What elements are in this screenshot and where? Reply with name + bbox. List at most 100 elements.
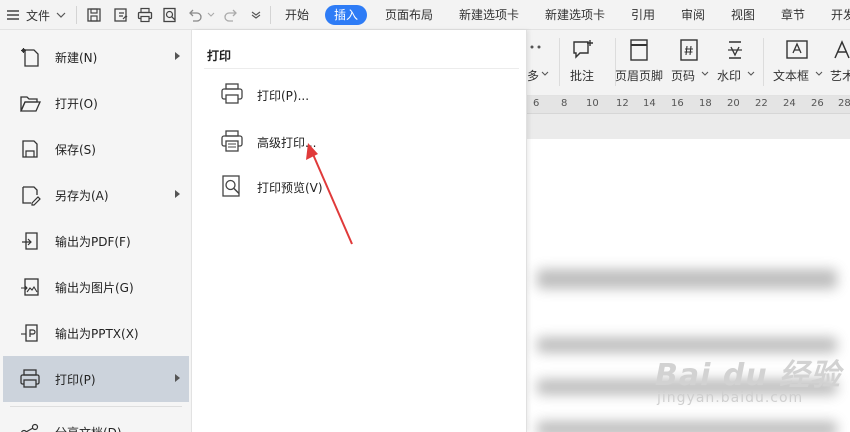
submenu-item-advanced-print[interactable]: 高级打印... [212, 121, 512, 161]
chevron-down-icon [747, 71, 755, 76]
export-pdf-icon [22, 232, 38, 250]
menu-item-save[interactable]: 保存(S) [3, 126, 189, 172]
submenu-item-print-preview[interactable]: 打印预览(V) [212, 166, 512, 206]
menu-item-label: 保存(S) [55, 143, 96, 157]
watermark-label: 水印 [717, 69, 742, 83]
wordart-label: 艺术 [830, 69, 850, 83]
tab-insert[interactable]: 插入 [325, 5, 368, 25]
submenu-arrow-icon [175, 374, 180, 382]
menu-item-label: 打开(O) [55, 97, 98, 111]
ruler-tick: 26 [811, 98, 824, 109]
ruler-tick: 28 [838, 98, 850, 109]
ruler-tick: 24 [783, 98, 796, 109]
save-icon [22, 140, 38, 158]
ruler-tick: 20 [727, 98, 740, 109]
print-icon[interactable] [137, 7, 153, 23]
printer-icon [20, 369, 40, 388]
new-doc-icon [21, 48, 39, 67]
menu-item-export-pdf[interactable]: 输出为PDF(F) [3, 218, 189, 264]
header-footer-button[interactable]: 页眉页脚 [613, 30, 665, 96]
ruler-tick: 14 [643, 98, 656, 109]
ruler-tick: 16 [671, 98, 684, 109]
menu-item-label: 分享文档(D) [55, 424, 122, 432]
ruler-tick: 10 [586, 98, 599, 109]
submenu-item-print[interactable]: 打印(P)... [212, 74, 512, 114]
comment-icon [573, 40, 593, 59]
tab-references[interactable]: 引用 [631, 5, 655, 25]
header-footer-label: 页眉页脚 [614, 69, 663, 83]
watermark-icon [728, 41, 742, 59]
ruler-tick: 12 [616, 98, 629, 109]
menu-item-label: 输出为PDF(F) [55, 235, 131, 249]
menu-item-label: 打印(P) [55, 373, 96, 387]
tab-home[interactable]: 开始 [285, 5, 309, 25]
dots-icon [530, 45, 541, 49]
print-preview-icon[interactable] [162, 7, 178, 23]
undo-dropdown-icon[interactable] [207, 12, 215, 18]
watermark-button[interactable]: 水印 [715, 30, 755, 96]
wordart-button[interactable]: 艺术 [827, 30, 850, 96]
tab-page-layout[interactable]: 页面布局 [385, 5, 433, 25]
chevron-down-icon [56, 12, 66, 18]
menu-item-open[interactable]: 打开(O) [3, 80, 189, 126]
submenu-title: 打印 [207, 49, 232, 63]
submenu-item-label: 打印(P)... [257, 89, 310, 103]
menu-item-export-pptx[interactable]: 输出为PPTX(X) [3, 310, 189, 356]
textbox-button[interactable]: 文本框 [771, 30, 823, 96]
header-footer-icon [630, 39, 648, 61]
menu-item-export-image[interactable]: 输出为图片(G) [3, 264, 189, 310]
tab-new-1[interactable]: 新建选项卡 [459, 5, 519, 25]
submenu-divider [204, 68, 519, 69]
menu-item-label: 输出为图片(G) [55, 281, 134, 295]
save-as-icon [22, 186, 41, 206]
submenu-item-label: 打印预览(V) [257, 181, 323, 195]
menu-item-new[interactable]: 新建(N) [3, 34, 189, 80]
page-number-button[interactable]: 页码 [669, 30, 709, 96]
file-menu-button[interactable]: 文件 [6, 0, 66, 30]
textbox-label: 文本框 [773, 69, 810, 83]
menu-item-save-as[interactable]: 另存为(A) [3, 172, 189, 218]
textbox-icon [786, 40, 808, 59]
tab-view[interactable]: 视图 [731, 5, 755, 25]
export-image-icon [21, 278, 39, 296]
printer-icon [221, 83, 243, 104]
page-number-icon [680, 39, 698, 61]
print-submenu: 打印 打印(P)... 高级打印... 打印预览(V) [192, 30, 527, 432]
menu-item-label: 新建(N) [55, 51, 98, 65]
file-menu-label: 文件 [26, 8, 51, 23]
watermark-url: jingyan.baidu.com [657, 390, 804, 406]
ribbon-partial-button[interactable]: 多 [527, 30, 549, 96]
blurred-heading [537, 269, 837, 289]
menu-item-share[interactable]: 分享文档(D) [3, 412, 189, 432]
tab-review[interactable]: 审阅 [681, 5, 705, 25]
ruler-tick: 18 [699, 98, 712, 109]
ribbon-divider [559, 38, 560, 86]
undo-icon[interactable] [187, 7, 203, 23]
comment-button[interactable]: 批注 [563, 30, 601, 96]
ribbon-partial-label: 多 [527, 69, 540, 83]
page-number-label: 页码 [671, 69, 696, 83]
ribbon-insert: 多 批注 页眉页脚 页码 水印 文本框 艺术 [527, 30, 850, 96]
comment-label: 批注 [569, 69, 594, 83]
save-icon[interactable] [86, 7, 102, 23]
print-preview-icon [222, 175, 240, 197]
tab-section[interactable]: 章节 [781, 5, 805, 25]
more-dropdown-icon[interactable] [251, 11, 261, 19]
tab-developer[interactable]: 开发 [831, 5, 850, 25]
menu-divider [10, 406, 182, 407]
tab-new-2[interactable]: 新建选项卡 [545, 5, 605, 25]
folder-open-icon [19, 96, 41, 112]
horizontal-ruler: 6 8 10 12 14 16 18 20 22 24 26 28 [527, 96, 850, 114]
watermark-logo-text: Bai du 经验 [655, 358, 842, 393]
export-icon[interactable] [113, 7, 129, 23]
submenu-arrow-icon [175, 190, 180, 198]
baidu-watermark: Bai du 经验 jingyan.baidu.com [645, 344, 845, 414]
redo-icon[interactable] [223, 7, 239, 23]
ribbon-divider [763, 38, 764, 86]
share-icon [21, 423, 39, 432]
file-menu-panel: 新建(N) 打开(O) 保存(S) 另存为(A) 输出为PDF(F) 输出为图片… [0, 30, 192, 432]
menu-item-print[interactable]: 打印(P) [3, 356, 189, 402]
menu-item-label: 另存为(A) [55, 189, 109, 203]
submenu-item-label: 高级打印... [257, 136, 317, 150]
chevron-down-icon [701, 71, 709, 76]
